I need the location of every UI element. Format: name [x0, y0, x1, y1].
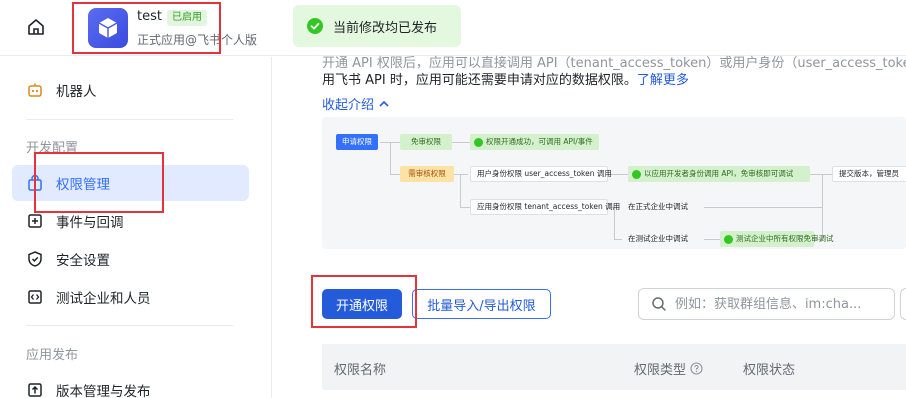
- column-permission-name: 权限名称: [334, 359, 386, 378]
- sidebar-item-label: 事件与回调: [56, 215, 124, 231]
- flow-line: [460, 174, 461, 207]
- test-result-label: 测试企业中所有权限免审调试: [736, 234, 834, 243]
- upload-icon: [28, 383, 42, 397]
- shield-icon: [28, 251, 42, 267]
- sidebar-item-test-org[interactable]: 测试企业和人员: [12, 279, 249, 315]
- permission-search[interactable]: [638, 288, 895, 320]
- group-dev-config: 开发配置: [26, 141, 79, 156]
- column-permission-status: 权限状态: [743, 359, 795, 378]
- batch-import-export-button[interactable]: 批量导入/导出权限: [412, 289, 551, 319]
- sidebar-item-robot[interactable]: 机器人: [12, 72, 249, 108]
- app-subtitle: 正式应用@飞书个人版: [137, 33, 258, 47]
- app-name: test: [137, 9, 162, 24]
- check-circle-icon: [307, 18, 323, 34]
- flow-line: [454, 174, 468, 175]
- flow-step-app-identity: 应用身份权限 tenant_access_token 调用: [470, 199, 620, 215]
- column-label: 权限类型: [634, 363, 687, 378]
- help-icon[interactable]: [690, 362, 703, 375]
- home-icon: [28, 19, 44, 35]
- permission-flow-diagram: 申请权限 免审权限 权限开通成功，可调用 API/事件 需审核权限 用户身份权限…: [322, 117, 906, 249]
- sidebar-item-events[interactable]: 事件与回调: [12, 203, 249, 239]
- flow-step-formal-debug: 在正式企业中调试: [628, 202, 688, 211]
- sidebar: 机器人 开发配置 权限管理 事件与回调 安全设置 测试企业和人员 应用发布 版本…: [0, 57, 272, 398]
- main-content: 开通 API 权限后，应用可以直接调用 API（tenant_access_to…: [298, 56, 906, 398]
- collapse-label: 收起介绍: [322, 98, 375, 113]
- flow-line: [704, 239, 720, 240]
- sidebar-item-label: 版本管理与发布: [56, 384, 151, 398]
- flow-step-submit: 提交版本，管理员: [832, 166, 906, 182]
- status-badge: 已启用: [167, 10, 207, 26]
- table-header: 权限名称 权限类型 权限状态: [322, 344, 906, 390]
- flow-line: [614, 239, 622, 240]
- column-label: 权限名称: [334, 363, 387, 378]
- flow-step-apply: 申请权限: [336, 134, 378, 150]
- collapse-intro-button[interactable]: 收起介绍: [322, 94, 390, 113]
- search-input[interactable]: [674, 296, 894, 312]
- home-button[interactable]: [24, 15, 48, 39]
- cube-icon: [98, 18, 118, 38]
- flow-line: [822, 174, 823, 239]
- column-label: 权限状态: [743, 363, 796, 378]
- free-result-label: 权限开通成功，可调用 API/事件: [486, 137, 593, 146]
- check-icon: [724, 234, 733, 244]
- check-icon: [474, 137, 483, 147]
- intro-line: 用飞书 API 时，应用可能还需要申请对应的数据权限。: [322, 73, 637, 88]
- flow-step-free-result: 权限开通成功，可调用 API/事件: [470, 134, 599, 150]
- flow-step-test-result: 测试企业中所有权限免审调试: [720, 231, 834, 247]
- search-icon: [652, 297, 666, 311]
- divider: [26, 119, 233, 120]
- sidebar-item-label: 安全设置: [56, 253, 110, 269]
- flow-step-user-identity: 用户身份权限 user_access_token 调用: [470, 166, 612, 182]
- sidebar-item-label: 权限管理: [56, 177, 110, 193]
- flow-line: [704, 207, 822, 208]
- column-permission-type: 权限类型: [634, 359, 703, 378]
- event-icon: [28, 214, 42, 228]
- flow-line: [452, 142, 470, 143]
- intro-text: 用飞书 API 时，应用可能还需要申请对应的数据权限。了解更多: [322, 69, 689, 88]
- flow-line: [460, 207, 470, 208]
- flow-line: [390, 142, 391, 174]
- toast-message: 当前修改均已发布: [333, 20, 438, 36]
- flow-step-test-debug: 在测试企业中调试: [628, 234, 688, 243]
- sidebar-item-label: 机器人: [56, 84, 97, 100]
- flow-step-dev-identity: 以应用开发者身份调用 API，免审核即可调试: [628, 166, 810, 182]
- check-icon: [632, 169, 641, 179]
- dev-identity-label: 以应用开发者身份调用 API，免审核即可调试: [644, 169, 794, 178]
- robot-icon: [28, 83, 42, 97]
- group-app-release: 应用发布: [26, 348, 79, 363]
- sidebar-item-label: 测试企业和人员: [56, 291, 151, 307]
- enable-permission-button[interactable]: 开通权限: [322, 289, 402, 319]
- learn-more-link[interactable]: 了解更多: [637, 73, 689, 88]
- success-toast: 当前修改均已发布: [293, 5, 461, 47]
- sidebar-item-release[interactable]: 版本管理与发布: [12, 372, 249, 398]
- chevron-up-icon: [379, 100, 389, 107]
- app-logo: [88, 8, 128, 48]
- top-bar: test 已启用 正式应用@飞书个人版 当前修改均已发布: [0, 0, 906, 56]
- search-input-overflow-edge: [900, 288, 906, 320]
- divider: [26, 325, 233, 326]
- flow-step-need-review: 需审核权限: [400, 166, 454, 182]
- flow-step-free-review: 免审权限: [400, 134, 452, 150]
- code-icon: [28, 290, 42, 304]
- permission-icon: [28, 174, 42, 191]
- flow-line: [390, 174, 400, 175]
- flow-line: [810, 174, 832, 175]
- sidebar-item-security[interactable]: 安全设置: [12, 241, 249, 277]
- sidebar-item-permissions[interactable]: 权限管理: [12, 165, 249, 201]
